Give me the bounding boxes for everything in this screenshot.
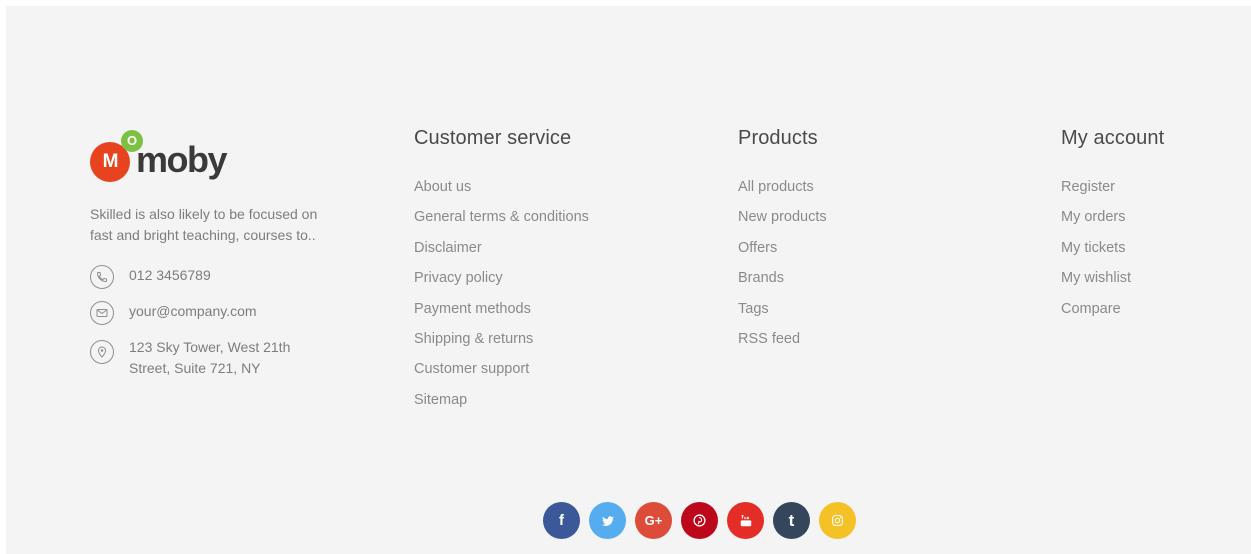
link-my-wishlist[interactable]: My wishlist [1061, 269, 1241, 299]
google-plus-icon: G+ [644, 513, 663, 528]
youtube-button[interactable] [727, 502, 764, 539]
customer-service-column: Customer service About us General terms … [414, 124, 674, 421]
tumblr-icon: t [788, 510, 795, 530]
link-offers[interactable]: Offers [738, 239, 978, 269]
phone-number[interactable]: 012 3456789 [129, 265, 309, 286]
my-account-column: My account Register My orders My tickets… [1061, 124, 1241, 330]
products-heading: Products [738, 127, 818, 149]
link-compare[interactable]: Compare [1061, 300, 1241, 330]
link-tags[interactable]: Tags [738, 300, 978, 330]
instagram-icon [832, 515, 843, 526]
brand-description: Skilled is also likely to be focused on … [90, 206, 318, 243]
tumblr-button[interactable]: t [773, 502, 810, 539]
link-sitemap[interactable]: Sitemap [414, 391, 674, 421]
link-privacy-policy[interactable]: Privacy policy [414, 269, 674, 299]
link-new-products[interactable]: New products [738, 208, 978, 238]
pinterest-icon [693, 514, 706, 527]
customer-service-heading: Customer service [414, 127, 572, 149]
twitter-icon [601, 515, 614, 526]
logo-wordmark: moby [136, 139, 228, 180]
link-rss-feed[interactable]: RSS feed [738, 330, 978, 360]
link-all-products[interactable]: All products [738, 178, 978, 208]
products-column: Products All products New products Offer… [738, 124, 978, 360]
link-payment-methods[interactable]: Payment methods [414, 300, 674, 330]
contact-email: your@company.com [90, 301, 350, 325]
link-about-us[interactable]: About us [414, 178, 674, 208]
facebook-button[interactable]: f [543, 502, 580, 539]
postal-address: 123 Sky Tower, West 21th Street, Suite 7… [129, 339, 291, 376]
map-pin-icon [90, 340, 114, 364]
envelope-icon [90, 301, 114, 325]
twitter-button[interactable] [589, 502, 626, 539]
link-register[interactable]: Register [1061, 178, 1241, 208]
phone-icon [90, 265, 114, 289]
link-general-terms[interactable]: General terms & conditions [414, 208, 674, 238]
contact-address: 123 Sky Tower, West 21th Street, Suite 7… [90, 337, 350, 378]
email-address[interactable]: your@company.com [129, 301, 309, 322]
facebook-icon: f [559, 512, 564, 529]
google-plus-button[interactable]: G+ [635, 502, 672, 539]
link-customer-support[interactable]: Customer support [414, 360, 674, 390]
link-brands[interactable]: Brands [738, 269, 978, 299]
site-footer: M O moby Skilled is also likely to be fo… [6, 6, 1251, 554]
youtube-icon [740, 514, 751, 526]
instagram-button[interactable] [819, 502, 856, 539]
link-my-tickets[interactable]: My tickets [1061, 239, 1241, 269]
moby-logo[interactable]: M O moby [90, 126, 250, 182]
my-account-links: Register My orders My tickets My wishlis… [1061, 178, 1241, 330]
social-links: f G+ t [543, 502, 856, 539]
contact-phone: 012 3456789 [90, 265, 350, 289]
pinterest-button[interactable] [681, 502, 718, 539]
customer-service-links: About us General terms & conditions Disc… [414, 178, 674, 421]
link-disclaimer[interactable]: Disclaimer [414, 239, 674, 269]
brand-column: M O moby Skilled is also likely to be fo… [90, 126, 350, 390]
my-account-heading: My account [1061, 127, 1165, 149]
link-shipping-returns[interactable]: Shipping & returns [414, 330, 674, 360]
contact-list: 012 3456789 your@company.com 123 Sky Tow… [90, 265, 350, 378]
link-my-orders[interactable]: My orders [1061, 208, 1241, 238]
products-links: All products New products Offers Brands … [738, 178, 978, 360]
